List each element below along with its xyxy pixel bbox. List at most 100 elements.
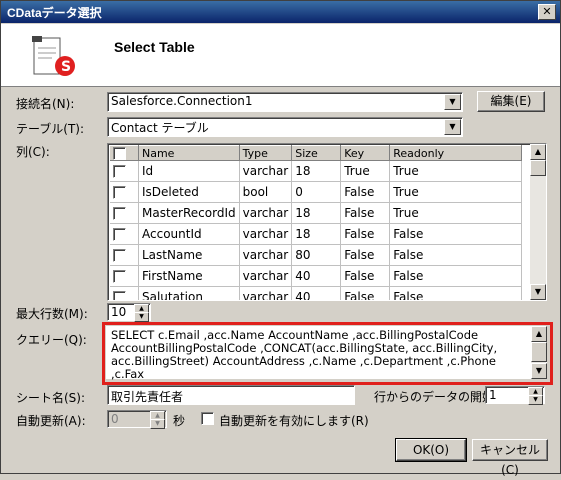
cell-name: MasterRecordId — [138, 202, 240, 224]
table-value: Contact テーブル — [111, 121, 209, 135]
header-size[interactable]: Size — [291, 145, 342, 161]
scroll-thumb[interactable] — [530, 160, 546, 176]
start-row-input[interactable]: 1 ▲ ▼ — [485, 386, 545, 405]
ok-button[interactable]: OK(O) — [395, 438, 467, 462]
scroll-thumb[interactable] — [531, 342, 547, 362]
sheet-name-input[interactable]: 取引先責任者 — [107, 385, 355, 405]
table-select[interactable]: Contact テーブル ▼ — [107, 117, 463, 137]
scroll-up-icon[interactable]: ▲ — [530, 144, 546, 160]
row-checkbox-cell[interactable] — [110, 202, 139, 224]
window-title: CDataデータ選択 — [7, 6, 102, 20]
cell-size: 18 — [291, 202, 342, 224]
select-all-cell[interactable] — [110, 145, 139, 161]
table-row[interactable]: AccountId varchar 18 False False — [110, 223, 523, 245]
cell-size: 80 — [291, 244, 342, 266]
chevron-down-icon[interactable]: ▼ — [444, 94, 461, 110]
query-label: クエリー(Q): — [16, 333, 87, 347]
max-rows-label: 最大行数(M): — [16, 307, 88, 321]
columns-scrollbar[interactable]: ▲ ▼ — [530, 144, 546, 300]
cell-readonly: False — [389, 223, 523, 245]
cell-name: IsDeleted — [138, 181, 240, 203]
table-row[interactable]: IsDeleted bool 0 False True — [110, 181, 523, 203]
cell-type: varchar — [239, 160, 293, 182]
row-checkbox[interactable] — [113, 186, 126, 199]
title-bar: CDataデータ選択 ✕ — [1, 1, 560, 23]
cell-name: Salutation — [138, 286, 240, 300]
row-checkbox[interactable] — [113, 291, 126, 300]
seconds-unit: 秒 — [173, 414, 186, 428]
table-row[interactable]: MasterRecordId varchar 18 False True — [110, 202, 523, 224]
query-scrollbar[interactable]: ▲ ▼ — [531, 326, 547, 379]
auto-refresh-value: 0 — [111, 412, 119, 426]
cell-key: False — [340, 202, 391, 224]
scroll-up-icon[interactable]: ▲ — [531, 326, 547, 342]
row-checkbox-cell[interactable] — [110, 286, 139, 300]
chevron-down-icon[interactable]: ▼ — [444, 119, 461, 135]
header-type[interactable]: Type — [239, 145, 293, 161]
connection-label: 接続名(N): — [16, 97, 75, 111]
spin-down-icon[interactable]: ▼ — [528, 395, 543, 405]
cell-name: Id — [138, 160, 240, 182]
header-name[interactable]: Name — [138, 145, 240, 161]
svg-text:S: S — [61, 59, 71, 75]
row-checkbox[interactable] — [113, 207, 126, 220]
auto-refresh-label: 自動更新(A): — [16, 414, 86, 428]
connection-select[interactable]: Salesforce.Connection1 ▼ — [107, 92, 463, 112]
sheet-name-value: 取引先責任者 — [111, 390, 184, 404]
cell-name: FirstName — [138, 265, 240, 287]
spin-down-icon[interactable]: ▼ — [134, 312, 149, 322]
row-checkbox-cell[interactable] — [110, 265, 139, 287]
cell-type: varchar — [239, 286, 293, 300]
row-checkbox[interactable] — [113, 165, 126, 178]
header-key[interactable]: Key — [340, 145, 391, 161]
row-checkbox-cell[interactable] — [110, 223, 139, 245]
cell-key: False — [340, 244, 391, 266]
select-all-checkbox[interactable] — [113, 146, 126, 160]
spin-down-icon[interactable]: ▼ — [150, 419, 165, 429]
cell-type: bool — [239, 181, 293, 203]
row-checkbox[interactable] — [113, 270, 126, 283]
table-row[interactable]: Salutation varchar 40 False False — [110, 286, 523, 300]
cell-size: 18 — [291, 223, 342, 245]
cell-name: AccountId — [138, 223, 240, 245]
columns-grid[interactable]: Name Type Size Key Readonly Id varchar 1… — [107, 143, 547, 301]
close-button[interactable]: ✕ — [538, 4, 556, 20]
cell-type: varchar — [239, 265, 293, 287]
table-row[interactable]: FirstName varchar 40 False False — [110, 265, 523, 287]
cell-key: False — [340, 286, 391, 300]
cell-type: varchar — [239, 223, 293, 245]
cell-size: 0 — [291, 181, 342, 203]
auto-refresh-checkbox-label[interactable]: 自動更新を有効にします(R) — [219, 412, 369, 429]
edit-connection-button[interactable]: 編集(E) — [477, 91, 545, 112]
scroll-down-icon[interactable]: ▼ — [530, 284, 546, 300]
cell-readonly: True — [389, 160, 523, 182]
query-line: acc.BillingStreet) AccountAddress ,c.Nam… — [111, 354, 496, 381]
auto-refresh-input[interactable]: 0 ▲ ▼ — [107, 410, 167, 429]
row-checkbox-cell[interactable] — [110, 244, 139, 266]
cell-readonly: True — [389, 202, 523, 224]
scroll-down-icon[interactable]: ▼ — [531, 363, 547, 379]
query-text: SELECT c.Email ,acc.Name AccountName ,ac… — [111, 329, 523, 381]
row-checkbox[interactable] — [113, 228, 126, 241]
header-readonly[interactable]: Readonly — [389, 145, 523, 161]
table-row[interactable]: LastName varchar 80 False False — [110, 244, 523, 266]
cell-readonly: False — [389, 265, 523, 287]
auto-refresh-checkbox[interactable] — [201, 412, 214, 425]
sheet-label: シート名(S): — [16, 391, 86, 405]
cell-type: varchar — [239, 244, 293, 266]
connection-value: Salesforce.Connection1 — [111, 94, 253, 108]
columns-table: Name Type Size Key Readonly Id varchar 1… — [110, 145, 523, 300]
cell-size: 40 — [291, 265, 342, 287]
query-highlight: SELECT c.Email ,acc.Name AccountName ,ac… — [102, 322, 553, 385]
query-textarea[interactable]: SELECT c.Email ,acc.Name AccountName ,ac… — [106, 326, 547, 381]
row-checkbox[interactable] — [113, 249, 126, 262]
cell-key: False — [340, 223, 391, 245]
cell-size: 40 — [291, 286, 342, 300]
cell-key: False — [340, 181, 391, 203]
row-checkbox-cell[interactable] — [110, 181, 139, 203]
cancel-button[interactable]: キャンセル(C) — [472, 439, 548, 477]
row-checkbox-cell[interactable] — [110, 160, 139, 182]
table-row[interactable]: Id varchar 18 True True — [110, 160, 523, 182]
cell-readonly: True — [389, 181, 523, 203]
max-rows-input[interactable]: 10 ▲ ▼ — [107, 303, 151, 322]
